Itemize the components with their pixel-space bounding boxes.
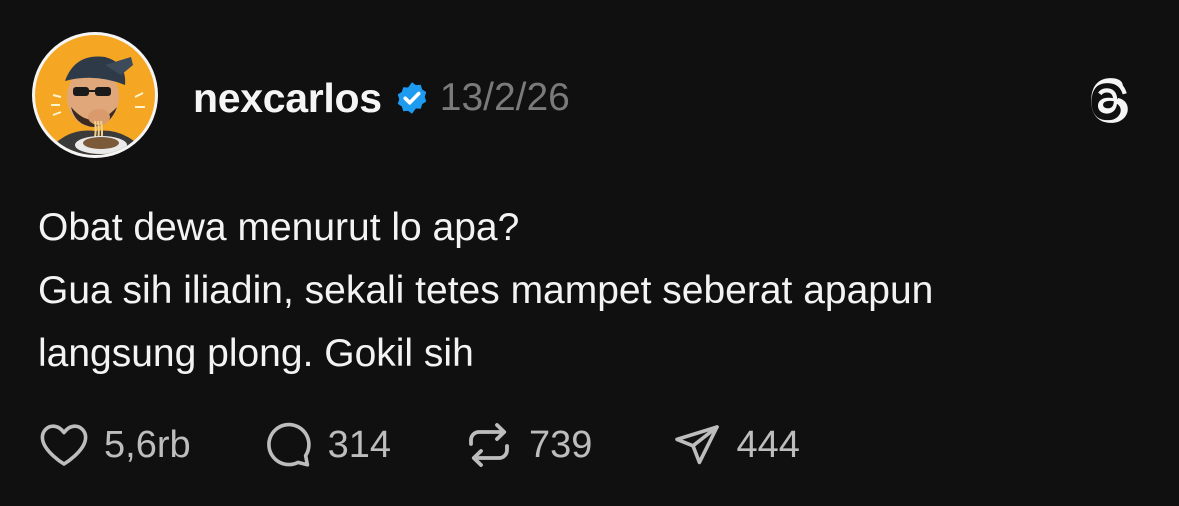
threads-post: nexcarlos 13/2/26 Obat dewa menurut lo a…	[0, 0, 1179, 506]
speech-bubble-icon	[266, 422, 311, 467]
avatar-image	[35, 35, 155, 155]
share-count: 444	[736, 423, 800, 466]
repost-count: 739	[529, 423, 593, 466]
action-bar: 5,6rb 314 739 444	[38, 418, 800, 472]
repost-arrows-icon	[469, 423, 509, 467]
threads-logo-icon[interactable]	[1083, 76, 1133, 126]
reply-button[interactable]: 314	[264, 420, 391, 470]
post-timestamp: 13/2/26	[439, 76, 570, 119]
post-text-line: langsung plong. Gokil sih	[38, 332, 474, 375]
username[interactable]: nexcarlos	[193, 75, 382, 122]
like-count: 5,6rb	[104, 423, 191, 466]
post-text-line: Obat dewa menurut lo apa?	[38, 206, 520, 249]
verified-badge-icon	[394, 80, 430, 116]
avatar[interactable]	[32, 32, 158, 158]
post-text-line: Gua sih iliadin, sekali tetes mampet seb…	[38, 269, 934, 312]
reply-count: 314	[327, 423, 392, 466]
repost-button[interactable]: 739	[463, 421, 592, 469]
post-body: Obat dewa menurut lo apa? Gua sih iliadi…	[38, 196, 1158, 385]
heart-icon	[40, 424, 88, 466]
paper-plane-icon	[675, 425, 720, 465]
share-button[interactable]: 444	[672, 421, 800, 469]
like-button[interactable]: 5,6rb	[38, 421, 191, 469]
post-header: nexcarlos 13/2/26	[193, 68, 570, 128]
